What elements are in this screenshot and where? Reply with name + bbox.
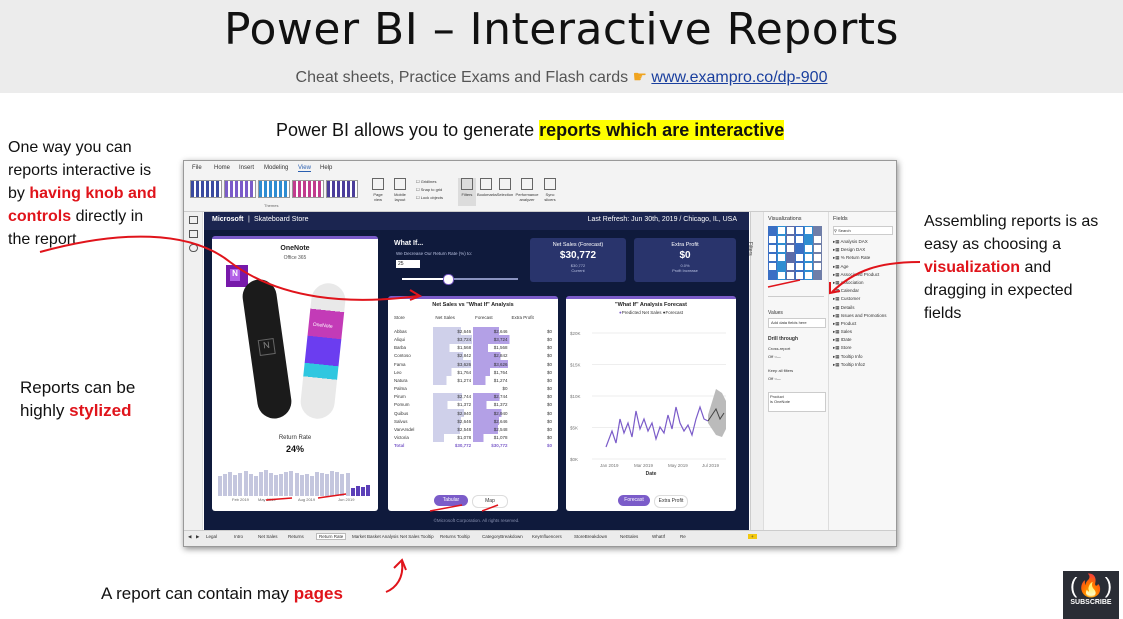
- arrowhead: [393, 558, 407, 571]
- arrow-to-visualizations: [831, 261, 921, 293]
- annotation-arrows: [39, 235, 921, 593]
- underline-mark: [265, 497, 293, 501]
- arrow-to-slider: [39, 235, 419, 301]
- subscribe-badge[interactable]: (🔥) SUBSCRIBE: [1063, 571, 1119, 619]
- underline-mark: [481, 504, 499, 512]
- underline-mark: [429, 504, 463, 512]
- drag-hint-line: [767, 279, 801, 288]
- arrowhead: [409, 289, 423, 301]
- subscribe-label: SUBSCRIBE: [1070, 599, 1112, 606]
- underline-mark: [317, 493, 347, 499]
- flame-icon: (🔥): [1069, 573, 1113, 598]
